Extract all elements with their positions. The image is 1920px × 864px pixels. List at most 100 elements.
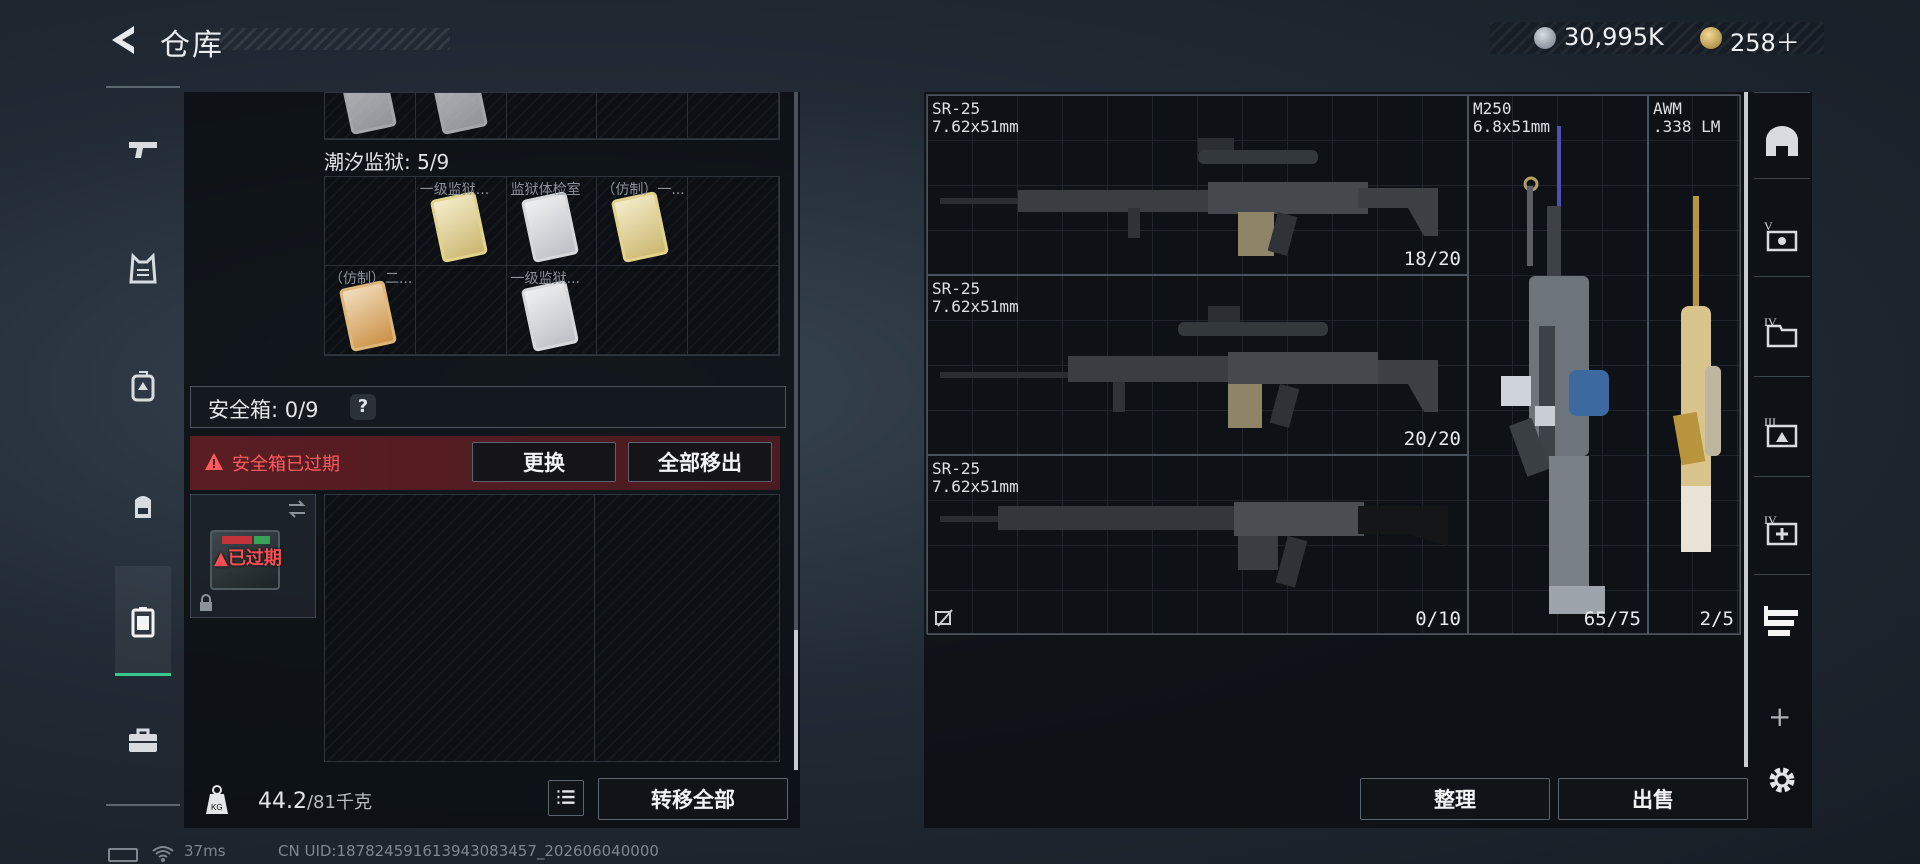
grid-cell[interactable] xyxy=(597,93,689,139)
silver-coin-icon xyxy=(1534,27,1556,49)
transfer-all-button[interactable]: 转移全部 xyxy=(598,778,788,820)
key-grid-cell[interactable]: （仿制）一... xyxy=(597,177,689,266)
key-grid-cell[interactable]: （仿制）二... xyxy=(325,266,416,355)
rail-item-weapon-filter[interactable] xyxy=(1760,598,1804,642)
key-grid-cell[interactable] xyxy=(688,266,779,355)
key-card-label: 一级监狱... xyxy=(419,182,490,198)
key-grid-cell[interactable]: 一级监狱... xyxy=(506,266,598,355)
rail-item-tier-v[interactable]: V xyxy=(1760,214,1804,258)
weapon-slot[interactable]: SR-25 7.62x51mm 18/20 xyxy=(927,95,1468,275)
gold-currency-value[interactable]: 258＋ xyxy=(1730,23,1800,58)
sell-button[interactable]: 出售 xyxy=(1558,778,1748,820)
safe-expired-text: 安全箱已过期 xyxy=(232,454,340,475)
prison-key-grid: 一级监狱... 监狱体检室 （仿制）一... （仿制）二... 一级监狱... xyxy=(324,176,780,356)
weapon-grid: SR-25 7.62x51mm 18/20 SR-25 7.62x51mm 20… xyxy=(926,94,1741,635)
tier-iii-icon: III xyxy=(1764,415,1798,448)
key-card-item xyxy=(520,279,579,353)
weight-icon: KG xyxy=(206,785,228,814)
weapon-scrollbar[interactable] xyxy=(1744,92,1748,767)
bag-icon xyxy=(135,496,151,518)
expired-tag-text: 已过期 xyxy=(227,548,282,569)
gear-icon[interactable] xyxy=(1764,762,1800,798)
key-grid-cell[interactable]: 监狱体检室 xyxy=(506,177,598,266)
weapon-name: M250 xyxy=(1473,99,1512,118)
left-category-rail xyxy=(106,86,180,806)
rail-item-tier-iv[interactable]: IV xyxy=(1760,310,1804,354)
grid-cell[interactable] xyxy=(688,93,779,139)
safe-box-grid[interactable] xyxy=(324,494,780,762)
move-all-out-button[interactable]: 全部移出 xyxy=(628,442,772,482)
key-grid-cell[interactable] xyxy=(325,177,416,266)
svg-text:KG: KG xyxy=(211,803,223,812)
weapon-slot[interactable]: M250 6.8x51mm 65/75 xyxy=(1468,95,1648,635)
key-card-item xyxy=(429,190,488,264)
tier-iv-medical-icon: IV xyxy=(1764,513,1798,546)
rail-item-toolbox[interactable] xyxy=(114,710,172,770)
inventory-scrollbar-thumb[interactable] xyxy=(794,630,798,770)
rail-item-tier-iv-medical[interactable]: IV xyxy=(1760,508,1804,552)
silver-currency-value: 30,995K xyxy=(1564,23,1664,51)
key-card-label: 一级监狱... xyxy=(510,271,580,287)
add-filter-button[interactable]: + xyxy=(1768,700,1791,733)
rail-item-chest-rig[interactable] xyxy=(114,356,172,416)
grid-cell[interactable] xyxy=(506,93,598,139)
sr25-rifle-image xyxy=(940,502,1448,588)
back-arrow-icon[interactable] xyxy=(104,20,144,60)
title-decoration xyxy=(220,28,450,50)
weapon-ammo-count: 65/75 xyxy=(1583,608,1641,630)
awm-rifle-image xyxy=(1673,196,1721,552)
page-title: 仓库 xyxy=(160,28,224,63)
sr25-rifle-image xyxy=(940,306,1438,428)
wifi-icon xyxy=(152,846,174,862)
key-card-item xyxy=(338,279,398,353)
vest-icon xyxy=(129,252,157,284)
weapon-ammo-count: 0/10 xyxy=(1415,608,1461,630)
lock-icon xyxy=(200,594,212,611)
rail-item-backpack[interactable] xyxy=(114,476,172,536)
safe-box-stripe xyxy=(222,536,252,544)
help-icon[interactable]: ? xyxy=(350,394,376,420)
weapon-slot[interactable]: SR-25 7.62x51mm 20/20 xyxy=(927,275,1468,455)
weapon-ammo-count: 2/5 xyxy=(1699,608,1734,630)
key-card-label: 监狱体检室 xyxy=(510,182,581,198)
key-card-label: （仿制）一... xyxy=(601,182,685,198)
rail-item-helmet[interactable] xyxy=(1760,120,1804,164)
rail-item-safe-box[interactable] xyxy=(114,592,172,652)
grid-cell[interactable] xyxy=(415,93,507,139)
key-grid-cell[interactable] xyxy=(688,177,779,266)
weight-max: /81千克 xyxy=(306,792,372,813)
weapon-ammo-count: 18/20 xyxy=(1403,248,1461,270)
key-card-item xyxy=(429,93,488,136)
key-grid-cell[interactable] xyxy=(597,266,689,355)
tier-v-icon: V xyxy=(1764,219,1798,252)
sort-button[interactable]: 整理 xyxy=(1360,778,1550,820)
tier-iv-folder-icon: IV xyxy=(1764,315,1798,348)
m250-machine-gun-image xyxy=(1501,126,1609,614)
rail-item-armor[interactable] xyxy=(114,240,172,300)
list-view-button[interactable] xyxy=(548,780,584,816)
safe-box-stripe xyxy=(254,536,270,544)
rail-item-tier-iii[interactable]: III xyxy=(1760,410,1804,454)
key-grid-cell[interactable]: 一级监狱... xyxy=(415,177,507,266)
warning-icon xyxy=(205,453,223,470)
key-card-item xyxy=(611,190,670,264)
rail-top-divider xyxy=(106,86,180,88)
replace-button[interactable]: 更换 xyxy=(472,442,616,482)
weapon-slot[interactable]: AWM .338 LM 2/5 xyxy=(1648,95,1741,635)
carry-weight: 44.2/81千克 xyxy=(258,788,372,814)
toolbox-icon xyxy=(129,728,157,752)
rail-item-weapon[interactable] xyxy=(114,120,172,180)
key-card-item xyxy=(338,93,398,136)
grid-cell[interactable] xyxy=(325,93,416,139)
currency-bar[interactable]: 30,995K 258＋ xyxy=(1490,22,1824,57)
key-card-label: （仿制）二... xyxy=(329,271,413,287)
swap-icon[interactable] xyxy=(286,498,308,520)
modify-icon[interactable] xyxy=(934,608,954,628)
prison-container-title: 潮汐监狱: 5/9 xyxy=(324,150,450,174)
key-grid-cell[interactable] xyxy=(415,266,507,355)
rail-divider xyxy=(1754,276,1810,277)
sr25-rifle-image xyxy=(940,138,1438,256)
weapon-slot[interactable]: SR-25 7.62x51mm 0/10 xyxy=(927,455,1468,635)
safe-grid-divider xyxy=(594,494,595,762)
list-icon xyxy=(557,790,575,804)
